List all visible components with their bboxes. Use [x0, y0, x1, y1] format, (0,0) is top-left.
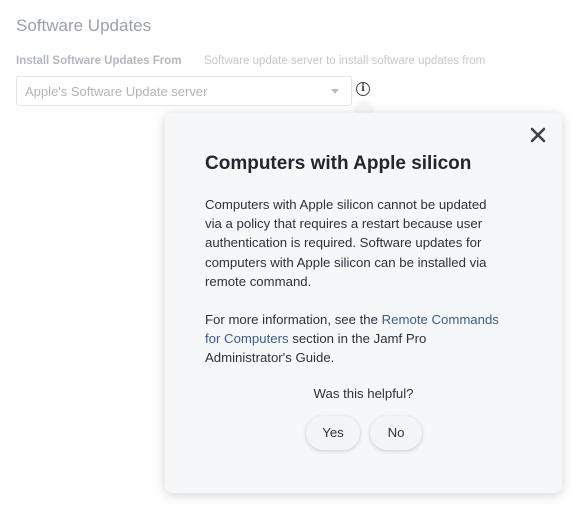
helpful-question: Was this helpful? — [313, 386, 414, 401]
popover-description: Computers with Apple silicon cannot be u… — [205, 195, 525, 291]
more-info-prefix: For more information, see the — [205, 312, 382, 328]
more-info-suffix: section in the Jamf Pro — [288, 331, 427, 347]
section-title: Software Updates — [16, 16, 152, 35]
no-button[interactable]: No — [370, 416, 422, 450]
install-from-label: Install Software Updates From — [16, 55, 182, 67]
more-info-guide: Administrator's Guide. — [205, 350, 335, 366]
description-line: Computers with Apple silicon cannot be u… — [205, 197, 487, 212]
popover-body: Computers with Apple silicon cannot be u… — [205, 195, 525, 368]
remote-commands-link[interactable]: Remote Commands — [382, 312, 499, 327]
install-from-help-text: Software update server to install softwa… — [204, 55, 486, 67]
description-line: computers with Apple silicon can be inst… — [205, 254, 487, 270]
info-popover: Computers with Apple silicon Computers w… — [165, 113, 562, 493]
yes-button[interactable]: Yes — [306, 416, 360, 450]
description-line: remote command. — [205, 273, 312, 289]
close-icon[interactable] — [530, 127, 546, 143]
software-updates-page: Software Updates Install Software Update… — [0, 0, 578, 511]
chevron-down-icon — [331, 89, 339, 94]
more-info-paragraph: For more information, see the Remote Com… — [205, 310, 525, 368]
description-line: via a policy that requires a restart bec… — [205, 216, 483, 232]
install-from-select-value: Apple's Software Update server — [25, 84, 208, 99]
popover-title: Computers with Apple silicon — [205, 153, 472, 174]
info-icon[interactable]: i — [356, 82, 370, 96]
install-from-select[interactable]: Apple's Software Update server — [16, 76, 352, 106]
description-line: authentication is required. Software upd… — [205, 235, 482, 251]
remote-commands-link-cont[interactable]: for Computers — [205, 331, 289, 346]
